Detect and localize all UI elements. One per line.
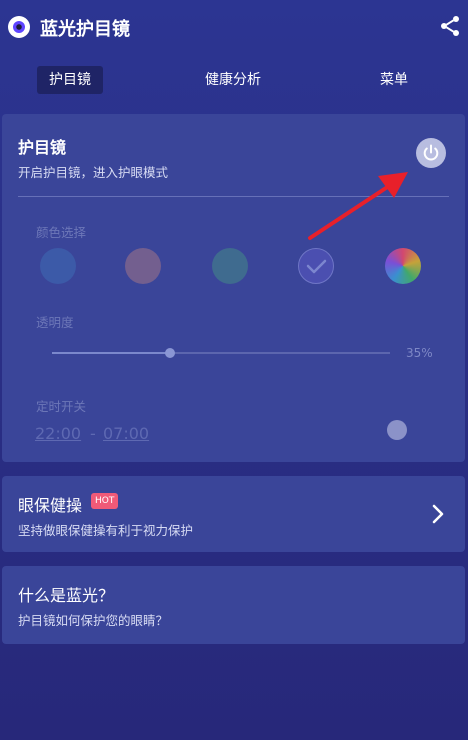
hot-badge: HOT <box>91 493 119 509</box>
timer-start-time[interactable]: 22:00 <box>35 424 81 443</box>
checkmark-icon <box>306 259 327 274</box>
opacity-label: 透明度 <box>36 315 74 330</box>
opacity-slider[interactable] <box>52 348 390 358</box>
power-icon <box>423 144 439 161</box>
chevron-right-icon[interactable] <box>430 502 446 526</box>
tab-health-analysis[interactable]: 健康分析 <box>190 66 276 94</box>
tab-bar: 护目镜 健康分析 菜单 <box>0 62 468 98</box>
eye-protection-subtitle: 开启护目镜，进入护眼模式 <box>18 165 169 180</box>
eye-protection-title: 护目镜 <box>18 138 67 157</box>
share-icon[interactable] <box>438 14 462 38</box>
eye-logo-icon <box>8 16 30 38</box>
eye-exercise-subtitle: 坚持做眼保健操有利于视力保护 <box>18 523 194 538</box>
opacity-slider-fill <box>52 352 171 354</box>
timer-separator: - <box>90 424 96 443</box>
color-swatch-rainbow[interactable] <box>385 248 421 284</box>
color-selection-label: 颜色选择 <box>36 225 87 240</box>
power-button[interactable] <box>416 138 446 168</box>
timer-label: 定时开关 <box>36 399 87 414</box>
blue-light-info-card[interactable]: 什么是蓝光？ 护目镜如何保护您的眼睛？ <box>2 566 465 644</box>
timer-toggle[interactable] <box>387 420 407 440</box>
color-swatch-teal[interactable] <box>212 248 248 284</box>
timer-end-time[interactable]: 07:00 <box>103 424 149 443</box>
tab-eye-protection[interactable]: 护目镜 <box>37 66 103 94</box>
annotation-arrow <box>308 172 408 240</box>
tab-menu[interactable]: 菜单 <box>364 66 424 94</box>
color-swatch-blue[interactable] <box>40 248 76 284</box>
eye-exercise-card[interactable]: 眼保健操 HOT 坚持做眼保健操有利于视力保护 <box>2 476 465 552</box>
app-title: 蓝光护目镜 <box>40 19 130 40</box>
app-bar: 蓝光护目镜 <box>0 0 468 56</box>
color-swatch-selected[interactable] <box>298 248 334 284</box>
opacity-value: 35% <box>406 346 433 360</box>
color-swatch-mauve[interactable] <box>125 248 161 284</box>
eye-exercise-title: 眼保健操 <box>18 496 83 515</box>
blue-light-info-subtitle: 护目镜如何保护您的眼睛？ <box>18 613 169 628</box>
opacity-slider-handle[interactable] <box>165 348 176 358</box>
blue-light-info-title: 什么是蓝光？ <box>18 586 115 605</box>
